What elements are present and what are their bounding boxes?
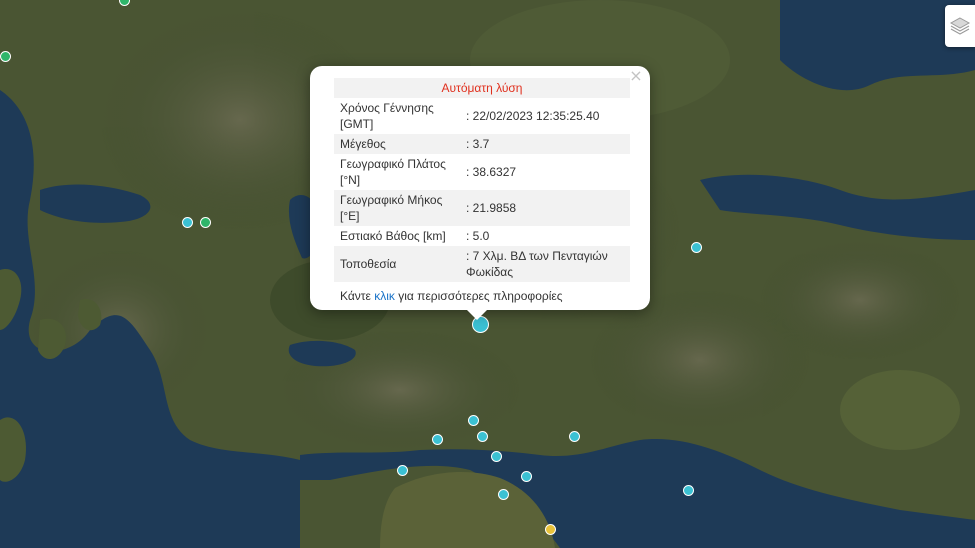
earthquake-marker[interactable] bbox=[432, 434, 443, 445]
magnitude-label: Μέγεθος bbox=[334, 134, 460, 154]
earthquake-marker[interactable] bbox=[491, 451, 502, 462]
earthquake-marker[interactable] bbox=[569, 431, 580, 442]
earthquake-marker[interactable] bbox=[397, 465, 408, 476]
earthquake-marker-older[interactable] bbox=[200, 217, 211, 228]
latitude-label: Γεωγραφικό Πλάτος [°N] bbox=[340, 157, 446, 187]
latitude-value: : 38.6327 bbox=[466, 165, 517, 179]
origin-time-label: Χρόνος Γέννησης [GMT] bbox=[340, 101, 434, 131]
earthquake-info-popup: × Αυτόματη λύση Χρόνος Γέννησης [GMT] : … bbox=[310, 66, 650, 310]
longitude-value: : 21.9858 bbox=[460, 190, 630, 226]
earthquake-marker[interactable] bbox=[477, 431, 488, 442]
location-label: Τοποθεσία bbox=[334, 246, 460, 282]
longitude-label: Γεωγραφικό Μήκος [°E] bbox=[334, 190, 460, 226]
earthquake-marker-recent[interactable] bbox=[545, 524, 556, 535]
popup-close-button[interactable]: × bbox=[628, 68, 644, 84]
depth-label: Εστιακό Βάθος [km] bbox=[340, 229, 446, 243]
more-info-text: Κάντε κλικ για περισσότερες πληροφορίες bbox=[334, 282, 630, 306]
depth-value: : 5.0 bbox=[466, 229, 490, 243]
popup-title: Αυτόματη λύση bbox=[334, 78, 630, 98]
location-value: : 7 Χλμ. ΒΔ των Πενταγιών Φωκίδας bbox=[460, 246, 630, 282]
origin-time-value: : 22/02/2023 12:35:25.40 bbox=[466, 109, 600, 123]
more-info-prefix: Κάντε bbox=[340, 289, 375, 303]
earthquake-marker[interactable] bbox=[468, 415, 479, 426]
layers-icon bbox=[949, 17, 971, 35]
earthquake-marker-older[interactable] bbox=[0, 51, 11, 62]
magnitude-value: : 3.7 bbox=[460, 134, 630, 154]
earthquake-marker[interactable] bbox=[182, 217, 193, 228]
earthquake-info-table: Αυτόματη λύση Χρόνος Γέννησης [GMT] : 22… bbox=[334, 78, 630, 306]
earthquake-marker[interactable] bbox=[683, 485, 694, 496]
more-info-link[interactable]: κλικ bbox=[374, 289, 395, 303]
earthquake-marker[interactable] bbox=[521, 471, 532, 482]
more-info-suffix: για περισσότερες πληροφορίες bbox=[394, 289, 563, 303]
popup-tip bbox=[465, 308, 489, 320]
layers-control-button[interactable] bbox=[945, 5, 975, 47]
earthquake-marker[interactable] bbox=[691, 242, 702, 253]
earthquake-marker[interactable] bbox=[498, 489, 509, 500]
